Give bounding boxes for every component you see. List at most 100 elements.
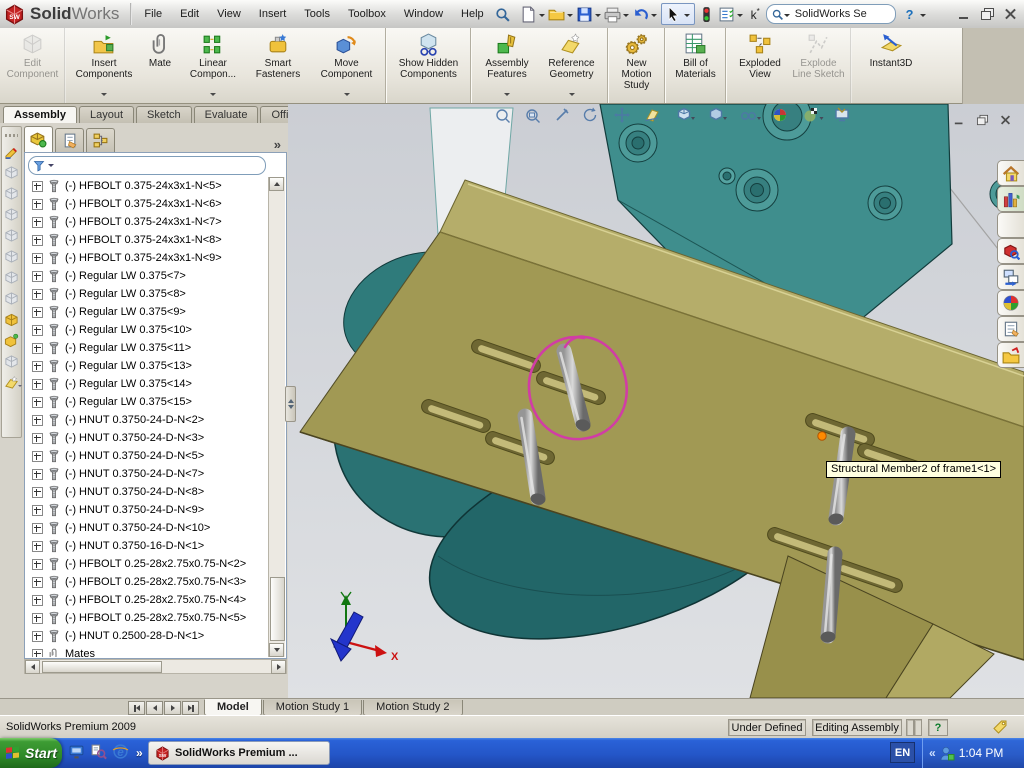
tree-item[interactable]: (-) HFBOLT 0.25-28x2.75x0.75-N<2> — [26, 555, 269, 573]
motion-study-1-tab[interactable]: Motion Study 1 — [263, 700, 362, 716]
expand-icon[interactable] — [32, 595, 43, 606]
scroll-thumb[interactable] — [42, 661, 162, 673]
menu-item[interactable]: View — [208, 4, 250, 24]
solidworks-task-button[interactable]: SolidWorks Premium ... — [148, 741, 330, 765]
document-recovery-tab[interactable] — [997, 342, 1024, 368]
tree-item[interactable]: (-) HNUT 0.3750-24-D-N<7> — [26, 465, 269, 483]
tree-item[interactable]: (-) Regular LW 0.375<11> — [26, 339, 269, 357]
edit-component-button[interactable]: Edit Component — [5, 28, 65, 103]
linear-component-pattern-button[interactable]: Linear Compon... — [182, 28, 244, 103]
open-caret-icon[interactable] — [567, 14, 573, 20]
tree-item[interactable]: (-) HNUT 0.3750-24-D-N<5> — [26, 447, 269, 465]
expand-icon[interactable] — [32, 505, 43, 516]
left-tool-8-icon[interactable] — [3, 288, 21, 309]
expand-icon[interactable] — [32, 523, 43, 534]
expand-icon[interactable] — [32, 631, 43, 642]
expand-icon[interactable] — [32, 433, 43, 444]
tree-item[interactable]: (-) HNUT 0.3750-16-D-N<1> — [26, 537, 269, 555]
tree-item[interactable]: (-) Regular LW 0.375<10> — [26, 321, 269, 339]
expand-icon[interactable] — [32, 487, 43, 498]
tree-item[interactable]: (-) HFBOLT 0.25-28x2.75x0.75-N<3> — [26, 573, 269, 591]
menu-item[interactable]: Edit — [171, 4, 208, 24]
reference-geometry-button[interactable]: Reference Geometry — [540, 28, 608, 103]
tree-item[interactable]: (-) HNUT 0.3750-24-D-N<10> — [26, 519, 269, 537]
quick-launch-overflow[interactable]: » — [136, 746, 143, 760]
left-tool-11-icon[interactable] — [3, 351, 21, 372]
expand-icon[interactable] — [32, 289, 43, 300]
move-component-button[interactable]: Move Component — [312, 28, 386, 103]
tree-item[interactable]: (-) HFBOLT 0.375-24x3x1-N<5> — [26, 177, 269, 195]
tree-item[interactable]: Mates — [26, 645, 269, 657]
motion-study-2-tab[interactable]: Motion Study 2 — [363, 700, 462, 716]
left-tool-9-icon[interactable] — [3, 309, 21, 330]
next-tab-button[interactable] — [164, 701, 181, 715]
quick-tips-button[interactable]: ? — [928, 719, 948, 736]
language-indicator[interactable]: EN — [890, 742, 915, 763]
tab-evaluate[interactable]: Evaluate — [194, 106, 259, 123]
new-document-button[interactable] — [519, 4, 539, 24]
tree-filter-bar[interactable] — [28, 156, 266, 175]
tree-item[interactable]: (-) HNUT 0.3750-24-D-N<3> — [26, 429, 269, 447]
scroll-up-button[interactable] — [269, 177, 284, 191]
doc-close-button[interactable] — [997, 113, 1013, 127]
search-input[interactable]: SolidWorks Se — [795, 8, 867, 20]
graphics-viewport[interactable]: X — [288, 104, 1024, 698]
tree-item[interactable]: (-) HNUT 0.3750-24-D-N<8> — [26, 483, 269, 501]
tree-item[interactable]: (-) HFBOLT 0.25-28x2.75x0.75-N<4> — [26, 591, 269, 609]
new-caret-icon[interactable] — [539, 14, 545, 20]
expand-icon[interactable] — [32, 307, 43, 318]
solidworks-search-box[interactable]: SolidWorks Se — [766, 4, 896, 24]
tree-item[interactable]: (-) HNUT 0.2500-28-D-N<1> — [26, 627, 269, 645]
tree-item[interactable]: (-) Regular LW 0.375<9> — [26, 303, 269, 321]
expand-icon[interactable] — [32, 343, 43, 354]
options-caret-icon[interactable] — [737, 14, 743, 20]
doc-minimize-button[interactable] — [951, 113, 967, 127]
custom-properties-tab[interactable] — [997, 316, 1024, 342]
scroll-down-button[interactable] — [269, 643, 284, 657]
tree-item[interactable]: (-) HFBOLT 0.25-28x2.75x0.75-N<5> — [26, 609, 269, 627]
expand-icon[interactable] — [32, 649, 43, 658]
3d-sketch-icon[interactable] — [3, 141, 21, 162]
minimize-button[interactable] — [955, 6, 974, 22]
expand-icon[interactable] — [32, 541, 43, 552]
menu-item[interactable]: Tools — [295, 4, 339, 24]
expand-icon[interactable] — [32, 577, 43, 588]
panel-splitter-handle[interactable] — [285, 386, 296, 422]
select-caret-icon[interactable] — [684, 14, 690, 20]
show-desktop-icon[interactable] — [68, 743, 85, 763]
save-caret-icon[interactable] — [595, 14, 601, 20]
tree-item[interactable]: (-) HFBOLT 0.375-24x3x1-N<9> — [26, 249, 269, 267]
bill-of-materials-button[interactable]: Bill of Materials — [670, 28, 726, 103]
expand-icon[interactable] — [32, 199, 43, 210]
tab-sketch[interactable]: Sketch — [136, 106, 192, 123]
left-tool-7-icon[interactable] — [3, 267, 21, 288]
tree-horizontal-scrollbar[interactable] — [24, 659, 287, 674]
left-tool-6-icon[interactable] — [3, 246, 21, 267]
left-tool-3-icon[interactable] — [3, 183, 21, 204]
search-shortcut-icon[interactable] — [90, 743, 107, 763]
macro-shortcut[interactable]: k* — [751, 7, 760, 22]
save-button[interactable] — [575, 4, 595, 24]
expand-icon[interactable] — [32, 451, 43, 462]
prev-tab-button[interactable] — [146, 701, 163, 715]
undo-caret-icon[interactable] — [651, 14, 657, 20]
tab-layout[interactable]: Layout — [79, 106, 134, 123]
expand-icon[interactable] — [32, 217, 43, 228]
tree-item[interactable]: (-) HNUT 0.3750-24-D-N<9> — [26, 501, 269, 519]
expand-icon[interactable] — [32, 181, 43, 192]
exploded-view-button[interactable]: Exploded View — [731, 28, 789, 103]
tree-item[interactable]: (-) Regular LW 0.375<14> — [26, 375, 269, 393]
explode-line-sketch-button[interactable]: Explode Line Sketch — [791, 28, 851, 103]
tree-vertical-scrollbar[interactable] — [268, 177, 285, 657]
expand-icon[interactable] — [32, 271, 43, 282]
assembly-features-button[interactable]: Assembly Features — [476, 28, 538, 103]
first-tab-button[interactable] — [128, 701, 145, 715]
select-cursor-icon[interactable] — [664, 4, 684, 24]
left-tool-4-icon[interactable] — [3, 204, 21, 225]
restore-button[interactable] — [978, 6, 997, 22]
expand-icon[interactable] — [32, 397, 43, 408]
tags-icon[interactable] — [992, 719, 1008, 738]
design-library-tab[interactable] — [997, 186, 1024, 212]
propertymanager-tab[interactable] — [55, 128, 84, 152]
instant3d-button[interactable]: Instant3D — [856, 28, 926, 103]
